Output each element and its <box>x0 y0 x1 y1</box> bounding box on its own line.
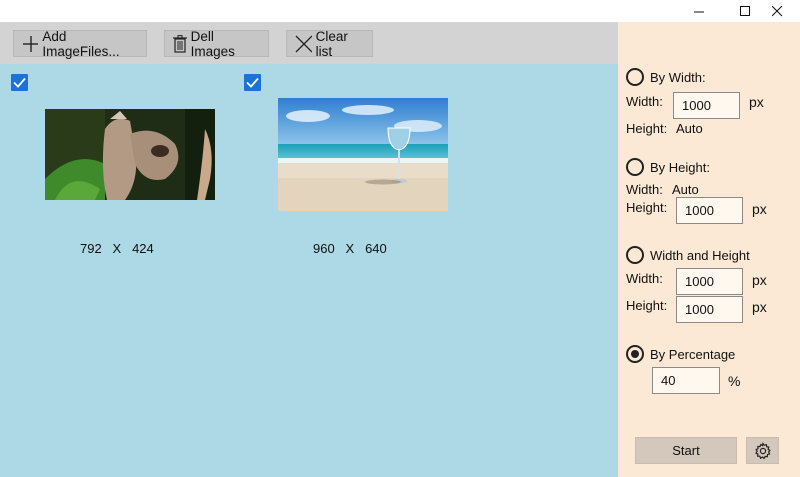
image-2-dim-separator: X <box>345 241 355 256</box>
wh-height-input[interactable]: 1000 <box>676 296 743 323</box>
resize-options-pane: By Width: Width: 1000 px Height: Auto By… <box>618 22 800 477</box>
image-1-thumbnail[interactable] <box>45 109 215 200</box>
toolbar: Add ImageFiles... Dell Images Clear list <box>0 22 618 64</box>
delete-images-label: Dell Images <box>190 28 235 59</box>
by-percentage-option[interactable]: By Percentage <box>626 345 735 363</box>
minimize-icon <box>693 11 704 12</box>
clear-x-icon <box>295 35 312 52</box>
image-2-checkbox[interactable] <box>244 74 261 91</box>
wh-height-unit: px <box>752 299 767 315</box>
width-and-height-label: Width and Height <box>650 247 750 263</box>
image-list-pane: Add ImageFiles... Dell Images Clear list <box>0 22 618 477</box>
image-1-dim-separator: X <box>112 241 122 256</box>
by-width-width-label: Width: <box>626 94 663 109</box>
image-1-dimensions: 792 X 424 <box>80 241 154 256</box>
by-height-radio[interactable] <box>626 158 644 176</box>
by-width-label: By Width: <box>650 69 706 85</box>
by-height-width-value: Auto <box>672 182 699 197</box>
close-button[interactable] <box>754 0 800 22</box>
minimize-button[interactable] <box>676 0 722 22</box>
clear-list-button[interactable]: Clear list <box>286 28 373 59</box>
start-button[interactable]: Start <box>635 437 737 464</box>
percentage-unit: % <box>728 373 741 389</box>
wh-width-label: Width: <box>626 271 663 286</box>
by-width-height-label: Height: <box>626 121 668 136</box>
image-1-width: 792 <box>80 241 102 256</box>
by-width-option[interactable]: By Width: <box>626 68 706 86</box>
by-width-height-value: Auto <box>676 121 703 136</box>
image-2-height: 640 <box>365 241 387 256</box>
by-percentage-radio[interactable] <box>626 345 644 363</box>
settings-button[interactable] <box>746 437 779 464</box>
by-height-width-label: Width: <box>626 182 663 197</box>
clear-list-label: Clear list <box>315 28 348 59</box>
beach-photo <box>278 98 448 211</box>
image-1-height: 424 <box>132 241 154 256</box>
checkmark-icon <box>13 77 26 88</box>
radio-selected-dot <box>631 350 639 358</box>
gear-icon <box>754 441 771 459</box>
add-image-files-button[interactable]: Add ImageFiles... <box>13 28 147 59</box>
plus-icon <box>23 35 39 52</box>
width-and-height-option[interactable]: Width and Height <box>626 246 750 264</box>
by-height-label: By Height: <box>650 159 710 175</box>
by-height-height-label: Height: <box>626 200 668 215</box>
by-width-width-unit: px <box>749 94 764 110</box>
maximize-icon <box>739 5 750 16</box>
delete-images-button[interactable]: Dell Images <box>164 28 269 59</box>
image-2-width: 960 <box>313 241 335 256</box>
image-2-thumbnail[interactable] <box>278 98 448 211</box>
add-image-files-label: Add ImageFiles... <box>42 28 120 59</box>
by-height-option[interactable]: By Height: <box>626 158 710 176</box>
by-percentage-label: By Percentage <box>650 346 736 362</box>
image-2-dimensions: 960 X 640 <box>313 241 387 256</box>
close-icon <box>771 5 782 16</box>
checkmark-icon <box>246 77 259 88</box>
wh-width-input[interactable]: 1000 <box>676 268 743 295</box>
title-bar <box>0 0 800 22</box>
by-height-height-unit: px <box>752 201 767 217</box>
wh-width-unit: px <box>752 272 767 288</box>
image-1-checkbox[interactable] <box>11 74 28 91</box>
sloth-photo <box>45 109 215 200</box>
by-height-height-input[interactable]: 1000 <box>676 197 743 224</box>
width-and-height-radio[interactable] <box>626 246 644 264</box>
trash-icon <box>173 34 187 53</box>
by-width-radio[interactable] <box>626 68 644 86</box>
percentage-input[interactable]: 40 <box>652 367 720 394</box>
by-width-width-input[interactable]: 1000 <box>673 92 740 119</box>
wh-height-label: Height: <box>626 298 668 313</box>
